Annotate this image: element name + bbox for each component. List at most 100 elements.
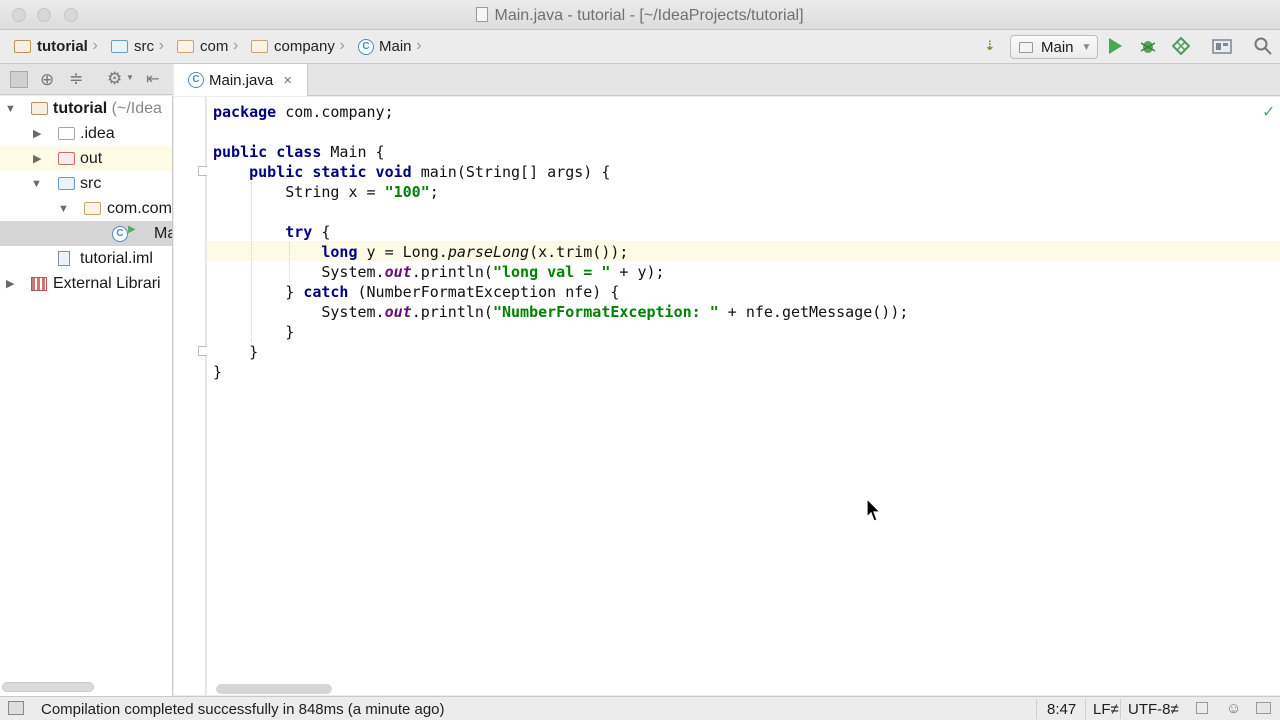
- code-editor[interactable]: package com.company; public class Main {…: [207, 97, 1280, 695]
- run-button[interactable]: [1105, 36, 1125, 56]
- navigation-bar: tutorial › src › com › company › C Main …: [0, 30, 1280, 64]
- tree-item-out[interactable]: ▶ out: [0, 146, 172, 171]
- chevron-right-icon: ›: [92, 37, 98, 54]
- breadcrumb-label: src: [134, 38, 154, 55]
- line-separator-selector[interactable]: LF≠: [1093, 701, 1119, 718]
- chevron-down-icon: ▼: [126, 73, 134, 82]
- code-line-13: }: [249, 343, 259, 361]
- breadcrumb-tutorial[interactable]: tutorial ›: [14, 37, 98, 55]
- run-config-label: Main: [1041, 38, 1074, 56]
- tab-main-java[interactable]: C Main.java ×: [174, 64, 308, 96]
- hide-panel-icon[interactable]: ⇤: [146, 69, 159, 89]
- project-view-icon[interactable]: [10, 71, 28, 88]
- editor-gutter[interactable]: [174, 97, 206, 695]
- status-bar: Compilation completed successfully in 84…: [0, 696, 1280, 720]
- tab-label: Main.java: [209, 71, 274, 89]
- code-line-12: }: [285, 323, 295, 341]
- expanded-arrow-icon[interactable]: ▼: [5, 103, 16, 115]
- coverage-button[interactable]: [1171, 36, 1191, 56]
- collapsed-arrow-icon[interactable]: ▶: [6, 277, 14, 290]
- lock-icon[interactable]: [1196, 702, 1208, 714]
- breadcrumb-label: tutorial: [37, 38, 88, 55]
- status-message: Compilation completed successfully in 84…: [41, 701, 445, 718]
- package-folder-icon: [251, 40, 268, 53]
- breadcrumb-label: com: [200, 38, 229, 55]
- tool-windows-icon[interactable]: [8, 701, 24, 715]
- locate-icon[interactable]: ⊕: [40, 70, 54, 90]
- chevron-right-icon: ›: [158, 37, 164, 54]
- project-structure-icon: [1212, 39, 1232, 54]
- expanded-arrow-icon[interactable]: ▼: [31, 178, 42, 190]
- tree-item-label: Ma: [154, 224, 172, 242]
- run-configuration-select[interactable]: Main ▼: [1010, 35, 1098, 59]
- coverage-icon: [1172, 37, 1190, 55]
- chevron-right-icon: ›: [416, 37, 422, 54]
- chevron-right-icon: ›: [339, 37, 345, 54]
- code-line-11: System.out.println("NumberFormatExceptio…: [321, 303, 909, 321]
- code-line-10: } catch (NumberFormatException nfe) {: [285, 283, 620, 301]
- code-text[interactable]: package com.company; public class Main {…: [213, 102, 908, 382]
- tree-item-label: .idea: [80, 124, 115, 142]
- package-folder-icon: [177, 40, 194, 53]
- project-horizontal-scrollbar[interactable]: [2, 682, 94, 692]
- tree-item-label: com.com: [107, 199, 172, 217]
- search-icon[interactable]: [1253, 36, 1273, 56]
- class-icon: C: [358, 38, 374, 55]
- application-icon: [1019, 41, 1033, 53]
- project-structure-button[interactable]: [1212, 36, 1232, 56]
- code-line-14: }: [213, 363, 223, 381]
- tree-item-label: tutorial: [53, 99, 108, 117]
- breadcrumb-label: company: [274, 38, 335, 55]
- breadcrumb-company[interactable]: company ›: [251, 37, 345, 55]
- collapse-all-icon[interactable]: ≑: [69, 69, 83, 89]
- runnable-icon: ▶: [128, 224, 136, 235]
- editor-tab-bar: C Main.java ×: [174, 64, 1280, 96]
- code-line-3: public class Main {: [213, 143, 385, 161]
- expanded-arrow-icon[interactable]: ▼: [58, 203, 69, 215]
- inspector-icon[interactable]: ☺: [1226, 700, 1241, 717]
- source-folder-icon: [58, 177, 75, 190]
- tree-item-main[interactable]: C ▶ Ma: [0, 221, 172, 246]
- breadcrumb-com[interactable]: com ›: [177, 37, 238, 55]
- status-separator: [1085, 699, 1086, 719]
- class-icon: C: [112, 225, 128, 242]
- tree-item-idea[interactable]: ▶ .idea: [0, 121, 172, 146]
- close-icon[interactable]: ×: [283, 72, 292, 89]
- play-icon: [1109, 38, 1122, 54]
- tree-item-label: out: [80, 149, 103, 167]
- build-icon[interactable]: ⇣: [980, 36, 1000, 56]
- tree-item-iml[interactable]: tutorial.iml: [0, 246, 172, 271]
- project-folder-icon: [31, 102, 48, 115]
- breadcrumb-label: Main: [379, 38, 412, 55]
- code-line-9: System.out.println("long val = " + y);: [321, 263, 665, 281]
- tree-item-label: src: [80, 174, 102, 192]
- tree-item-src[interactable]: ▼ src: [0, 171, 172, 196]
- tree-item-label: External Librari: [53, 274, 161, 292]
- package-folder-icon: [84, 202, 101, 215]
- bug-icon: [1140, 41, 1156, 53]
- library-icon: [31, 276, 47, 291]
- tree-item-path: (~/Idea: [107, 99, 162, 117]
- collapsed-arrow-icon[interactable]: ▶: [33, 152, 41, 165]
- event-log-icon[interactable]: [1256, 702, 1271, 714]
- breadcrumb-main[interactable]: C Main ›: [358, 37, 422, 55]
- gear-icon[interactable]: ⚙: [107, 69, 122, 89]
- class-icon: C: [188, 72, 204, 88]
- source-folder-icon: [111, 40, 128, 53]
- window-title: Main.java - tutorial - [~/IdeaProjects/t…: [0, 7, 1280, 25]
- chevron-down-icon: ▼: [1081, 41, 1092, 53]
- code-line-5: String x = "100";: [285, 183, 439, 201]
- tree-item-external-libraries[interactable]: ▶ External Librari: [0, 271, 172, 296]
- module-file-icon: [58, 251, 70, 266]
- breadcrumb-src[interactable]: src ›: [111, 37, 164, 55]
- tree-item-tutorial[interactable]: ▼ tutorial (~/Idea: [0, 96, 172, 121]
- tree-item-package[interactable]: ▼ com.com: [0, 196, 172, 221]
- caret-position[interactable]: 8:47: [1047, 701, 1076, 718]
- title-bar: Main.java - tutorial - [~/IdeaProjects/t…: [0, 0, 1280, 30]
- encoding-selector[interactable]: UTF-8≠: [1128, 701, 1179, 718]
- debug-button[interactable]: [1138, 36, 1158, 56]
- chevron-right-icon: ›: [233, 37, 239, 54]
- code-line-4: public static void main(String[] args) {: [249, 163, 611, 181]
- collapsed-arrow-icon[interactable]: ▶: [33, 127, 41, 140]
- editor-horizontal-scrollbar[interactable]: [216, 684, 332, 694]
